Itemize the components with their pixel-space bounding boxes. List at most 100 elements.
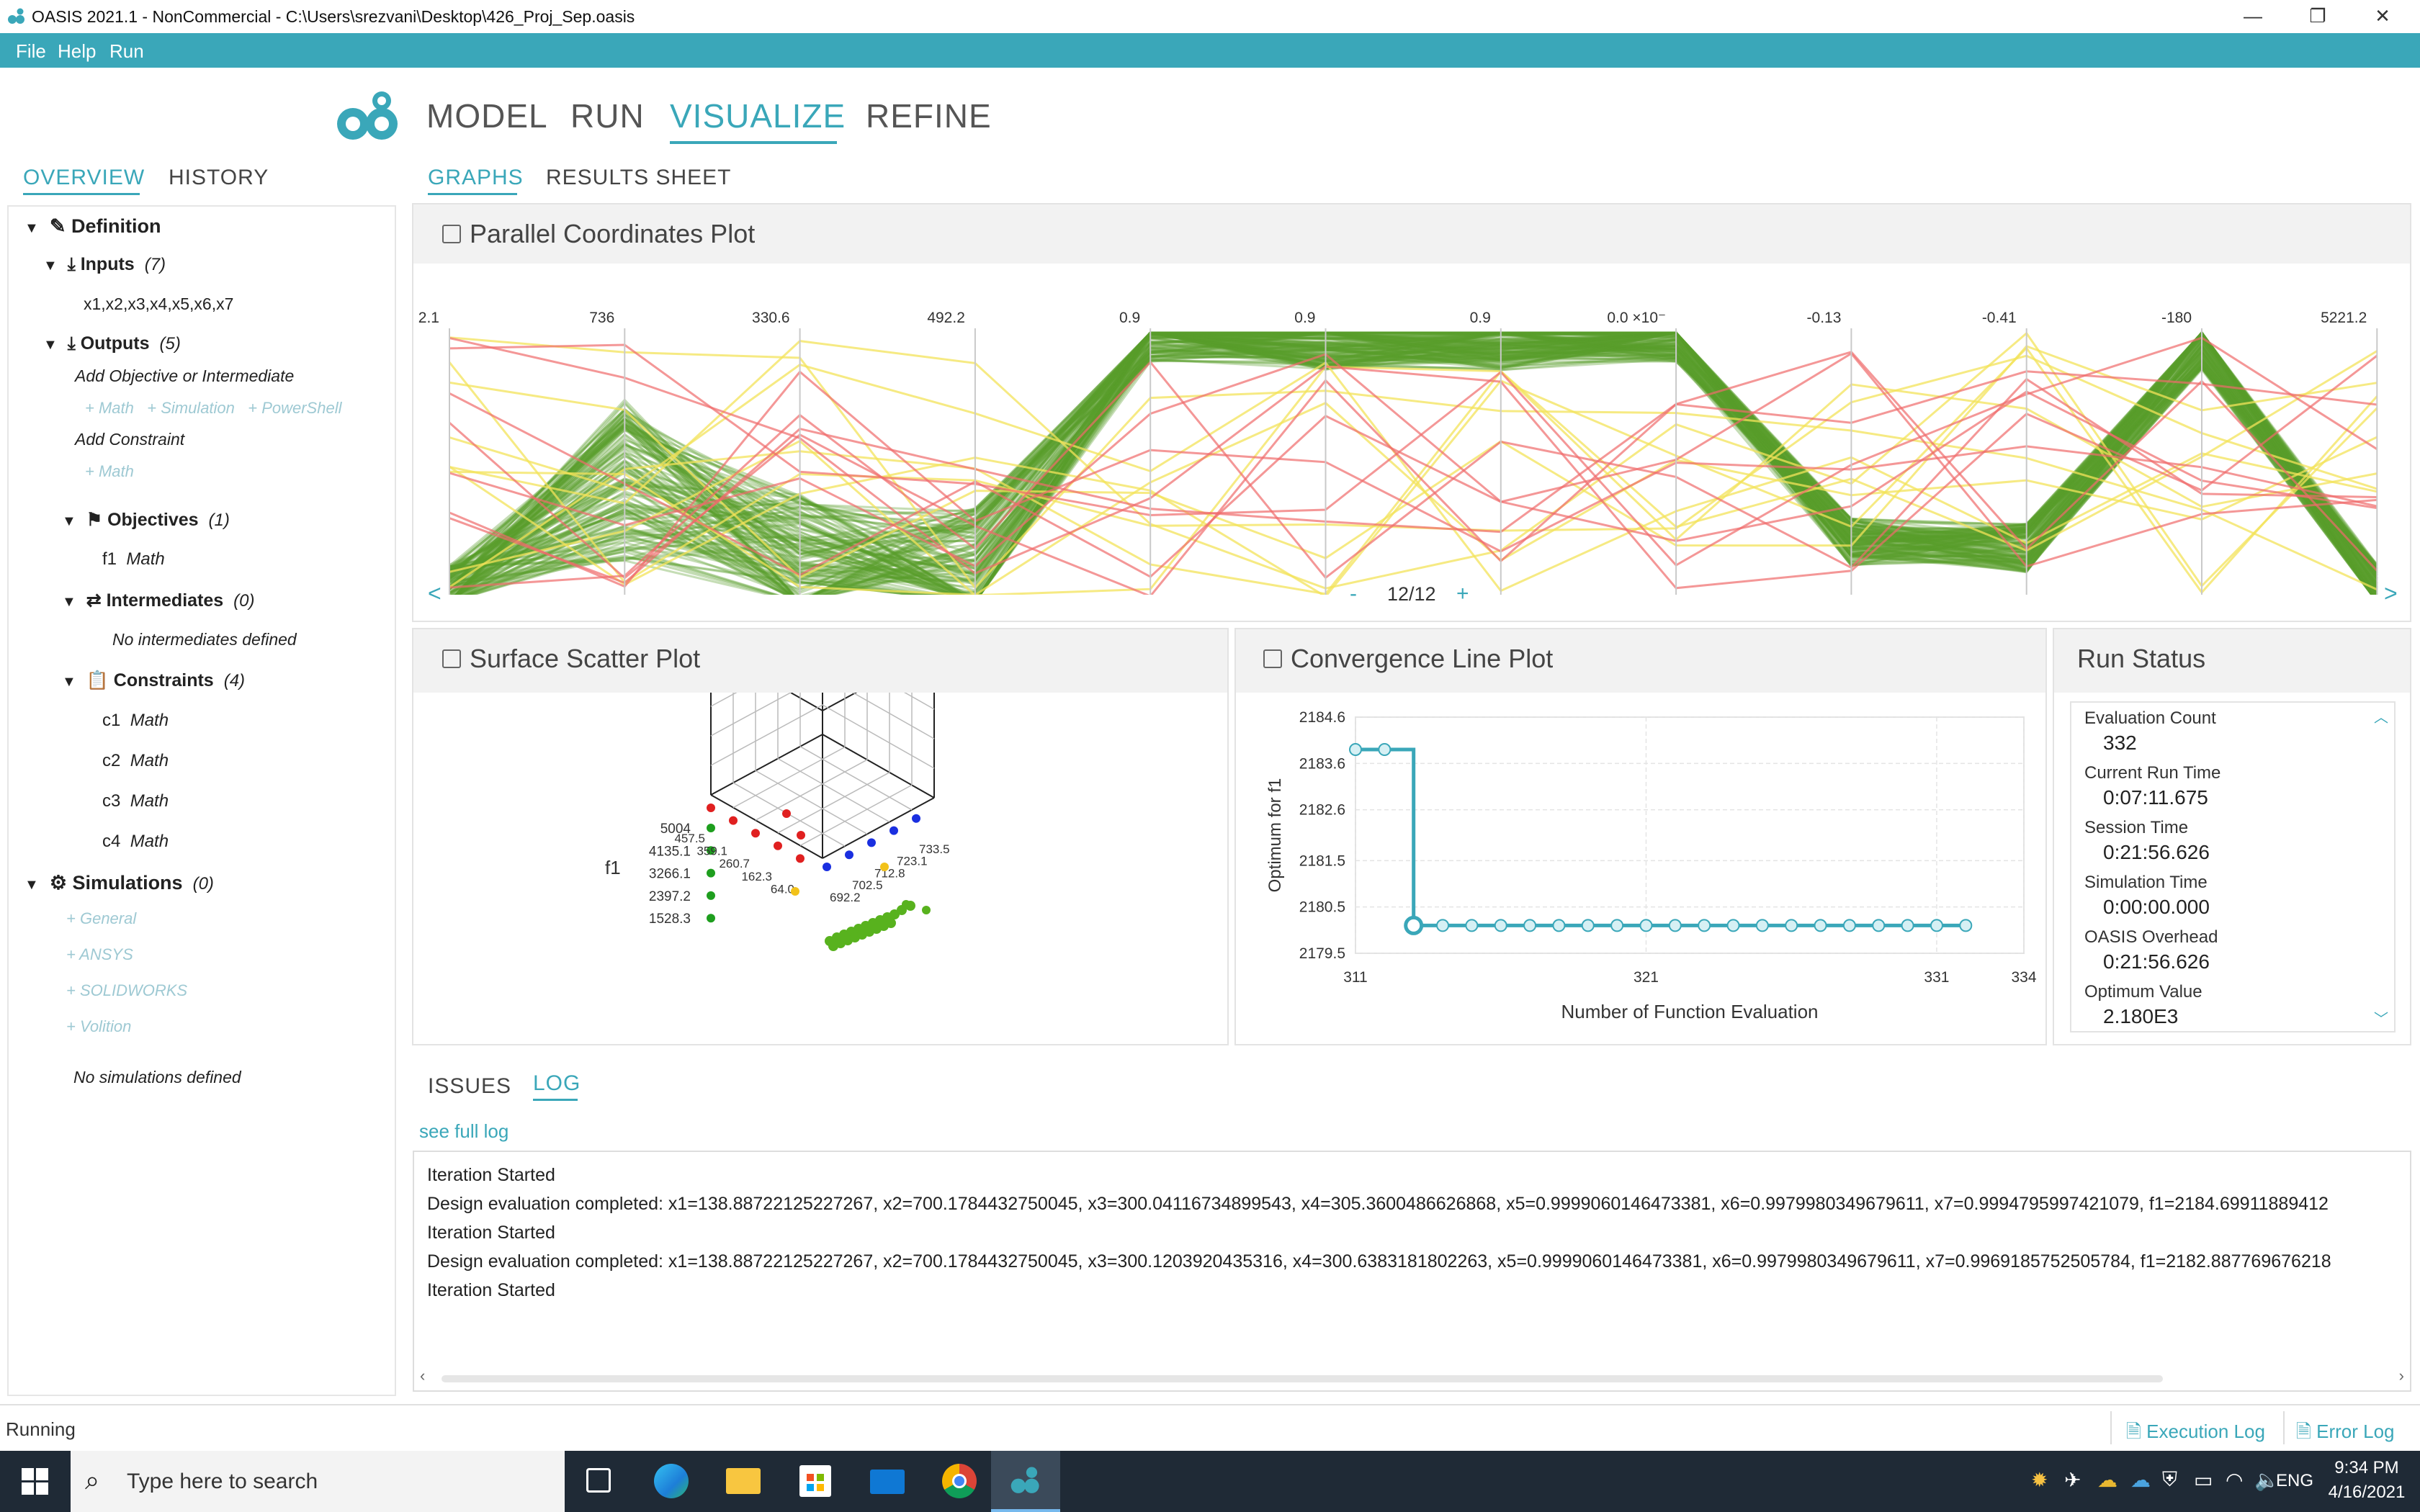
tab-run[interactable]: RUN [570,96,645,135]
maximize-button[interactable]: ❐ [2298,1,2338,30]
log-line: Iteration Started [427,1165,555,1185]
clock-time[interactable]: 9:34 PM [2331,1458,2403,1478]
scatter-axis-dot [796,854,805,863]
wifi-icon[interactable]: ◠ [2226,1468,2243,1492]
constraint-c2[interactable]: c2 Math [102,751,169,771]
conv-x-tick: 311 [1343,969,1367,986]
close-button[interactable]: ✕ [2362,1,2403,30]
display-icon[interactable]: ▭ [2194,1468,2213,1492]
add-sim-solidworks[interactable]: + SOLIDWORKS [66,981,187,1000]
conv-point [1901,919,1914,932]
scroll-up-icon[interactable]: ︿ [2374,706,2388,726]
constraint-c3[interactable]: c3 Math [102,791,169,811]
conv-point [1465,919,1479,932]
execution-log-button[interactable]: 🗎 Execution Log [2126,1418,2265,1450]
tab-overview[interactable]: OVERVIEW [23,166,145,190]
menu-help[interactable]: Help [58,40,96,63]
minimize-button[interactable]: — [2233,1,2273,30]
scatter-axis-dot [845,850,853,860]
run-status-scrollbar[interactable]: ︿ ﹀ [2371,706,2391,1028]
menu-file[interactable]: File [16,40,46,63]
scatter-y-tick: 723.1 [897,855,928,868]
file-explorer-icon[interactable] [709,1451,778,1512]
shield-icon[interactable]: ⛨ [2162,1468,2177,1492]
tree-simulations[interactable]: ▼ ⚙ Simulations (0) [24,872,214,894]
scatter-plot-svg[interactable]: 50044135.13266.12397.21528.3f1457.5359.1… [413,693,1227,1044]
cube-grid [777,772,890,834]
tab-graphs[interactable]: GRAPHS [428,166,524,190]
tab-visualize[interactable]: VISUALIZE [670,96,846,135]
mail-icon[interactable] [853,1451,922,1512]
windows-start-icon[interactable] [22,1468,49,1495]
scatter-axis-dot [774,841,782,850]
parallel-plot-svg[interactable]: 2.17.7x1736700x2330.6300x3492.2300x40.90… [413,264,2410,595]
onedrive-icon[interactable]: ☁ [2097,1468,2118,1492]
add-sim-volition[interactable]: + Volition [66,1017,131,1036]
error-log-button[interactable]: 🗎 Error Log [2296,1418,2395,1450]
parallel-prev-button[interactable]: < [428,580,442,607]
conv-y-tick: 2181.5 [1299,852,1345,869]
edge-browser-icon[interactable] [637,1451,706,1512]
log-horizontal-scrollbar[interactable] [442,1375,2163,1382]
scatter-axis-dot [823,863,831,871]
objective-f1[interactable]: f1 Math [102,549,165,570]
cube-grid [799,746,913,811]
scroll-left-icon[interactable]: ‹ [420,1367,425,1385]
chrome-icon[interactable] [925,1451,994,1512]
tab-history[interactable]: HISTORY [169,166,269,190]
tree-inputs[interactable]: ▼ ⤓ Inputs (7) [43,254,166,275]
scatter-point [886,918,896,928]
conv-point [1523,919,1537,932]
language-indicator[interactable]: ENG [2276,1471,2313,1491]
tab-model[interactable]: MODEL [426,96,548,135]
tree-outputs[interactable]: ▼ ⤓ Outputs (5) [43,333,181,354]
tree-objectives[interactable]: ▼ ⚑ Objectives (1) [62,509,230,531]
add-objective-options[interactable]: + Math + Simulation + PowerShell [85,399,341,418]
scroll-down-icon[interactable]: ﹀ [2374,1007,2388,1028]
add-constraint-math[interactable]: + Math [85,462,134,481]
store-icon[interactable] [781,1451,850,1512]
expand-icon[interactable] [1263,649,1282,668]
constraint-c4[interactable]: c4 Math [102,832,169,852]
expand-icon[interactable] [442,649,461,668]
overview-underline [23,193,140,195]
run-status-label: Evaluation Count [2084,708,2216,728]
tree-intermediates[interactable]: ▼ ⇄ Intermediates (0) [62,590,255,611]
tab-log[interactable]: LOG [533,1071,581,1096]
scatter-axis-dot [707,824,715,832]
status-divider [2110,1411,2112,1444]
conv-point [1668,919,1682,932]
pager-minus-button[interactable]: - [1350,582,1357,606]
clock-date[interactable]: 4/16/2021 [2326,1482,2407,1503]
pager-label: 12/12 [1387,583,1436,605]
pager-plus-button[interactable]: + [1456,582,1469,606]
convergence-plot-svg[interactable]: 2184.6 2183.6 2182.6 2181.5 2180.5 2179.5 311 3… [1236,693,2045,1044]
taskbar-search-box[interactable]: ⌕ Type here to search [71,1451,565,1512]
scroll-right-icon[interactable]: › [2399,1367,2404,1385]
convergence-title: Convergence Line Plot [1291,644,1554,673]
run-status-list[interactable]: Evaluation Count 332 Current Run Time 0:07:… [2070,701,2396,1032]
conv-y-label: Optimum for f1 [1265,778,1285,893]
log-output[interactable]: Iteration Started Design evaluation comp… [413,1151,2411,1392]
tray-icon[interactable]: ✈ [2064,1468,2081,1492]
tab-issues[interactable]: ISSUES [428,1074,511,1099]
tree-constraints[interactable]: ▼ 📋 Constraints (4) [62,670,245,691]
add-sim-ansys[interactable]: + ANSYS [66,945,133,964]
tab-results-sheet[interactable]: RESULTS SHEET [546,166,732,190]
scatter-x-tick: 457.5 [674,832,705,845]
inputs-list[interactable]: x1,x2,x3,x4,x5,x6,x7 [84,294,233,314]
network-tray-icon[interactable]: ☁ [2130,1468,2151,1492]
menu-run[interactable]: Run [109,40,144,63]
task-view-icon[interactable] [565,1451,634,1512]
oasis-taskbar-icon[interactable] [991,1451,1060,1512]
tab-refine[interactable]: REFINE [866,96,992,135]
constraint-c1[interactable]: c1 Math [102,711,169,731]
parallel-next-button[interactable]: > [2384,580,2398,607]
see-full-log-link[interactable]: see full log [419,1120,508,1143]
add-sim-general[interactable]: + General [66,909,136,928]
no-simulations: No simulations defined [73,1068,241,1086]
tree-definition[interactable]: ▼ ✎ Definition [24,215,161,238]
sun-tray-icon[interactable]: ✹ [2031,1468,2048,1492]
conv-point [1610,919,1624,932]
expand-icon[interactable] [442,225,461,243]
